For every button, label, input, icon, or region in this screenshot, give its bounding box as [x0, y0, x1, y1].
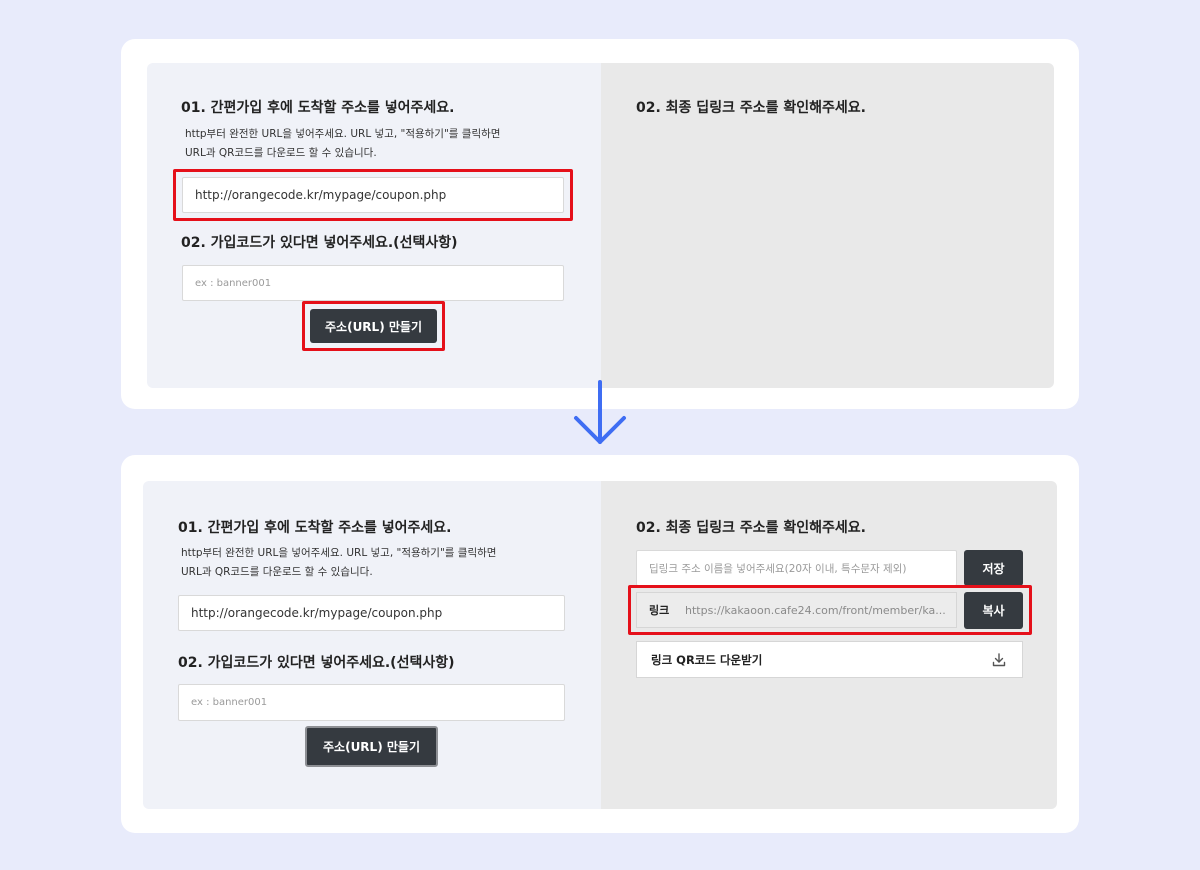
after-input-panel: 01. 간편가입 후에 도착할 주소를 넣어주세요. http부터 완전한 UR…	[143, 481, 601, 809]
download-icon	[992, 652, 1006, 666]
deeplink-section-heading: 02. 최종 딥링크 주소를 확인해주세요.	[636, 520, 866, 536]
deeplink-name-input[interactable]: 딥링크 주소 이름을 넣어주세요(20자 이내, 특수문자 제외)	[636, 550, 957, 586]
url-description-line2: URL과 QR코드를 다운로드 할 수 있습니다.	[185, 147, 377, 159]
before-card: 01. 간편가입 후에 도착할 주소를 넣어주세요. http부터 완전한 UR…	[121, 39, 1079, 409]
before-input-panel: 01. 간편가입 후에 도착할 주소를 넣어주세요. http부터 완전한 UR…	[147, 63, 601, 388]
code-section-heading: 02. 가입코드가 있다면 넣어주세요.(선택사항)	[178, 655, 455, 671]
code-input[interactable]: ex : banner001	[182, 265, 564, 301]
after-result-panel: 02. 최종 딥링크 주소를 확인해주세요. 딥링크 주소 이름을 넣어주세요(…	[601, 481, 1057, 809]
url-input-highlight	[173, 169, 573, 221]
url-description-line2: URL과 QR코드를 다운로드 할 수 있습니다.	[181, 566, 373, 578]
url-description: http부터 완전한 URL을 넣어주세요. URL 넣고, "적용하기"를 클…	[185, 125, 500, 163]
qr-download-button[interactable]: 링크 QR코드 다운받기	[636, 641, 1023, 678]
qr-download-label: 링크 QR코드 다운받기	[651, 652, 763, 667]
url-input[interactable]: http://orangecode.kr/mypage/coupon.php	[178, 595, 565, 631]
url-section-heading: 01. 간편가입 후에 도착할 주소를 넣어주세요.	[181, 100, 455, 116]
url-section-heading: 01. 간편가입 후에 도착할 주소를 넣어주세요.	[178, 520, 452, 536]
code-input[interactable]: ex : banner001	[178, 684, 565, 721]
make-url-button[interactable]: 주소(URL) 만들기	[305, 726, 438, 767]
url-description-line1: http부터 완전한 URL을 넣어주세요. URL 넣고, "적용하기"를 클…	[181, 547, 497, 559]
before-result-panel: 02. 최종 딥링크 주소를 확인해주세요.	[601, 63, 1054, 388]
make-url-button-highlight	[302, 301, 445, 351]
url-description: http부터 완전한 URL을 넣어주세요. URL 넣고, "적용하기"를 클…	[181, 544, 496, 582]
save-button[interactable]: 저장	[964, 550, 1023, 586]
deeplink-section-heading: 02. 최종 딥링크 주소를 확인해주세요.	[636, 100, 866, 116]
url-description-line1: http부터 완전한 URL을 넣어주세요. URL 넣고, "적용하기"를 클…	[185, 128, 501, 140]
arrow-down-icon	[574, 380, 626, 444]
deeplink-row-highlight	[628, 585, 1032, 635]
code-section-heading: 02. 가입코드가 있다면 넣어주세요.(선택사항)	[181, 235, 458, 251]
after-card: 01. 간편가입 후에 도착할 주소를 넣어주세요. http부터 완전한 UR…	[121, 455, 1079, 833]
